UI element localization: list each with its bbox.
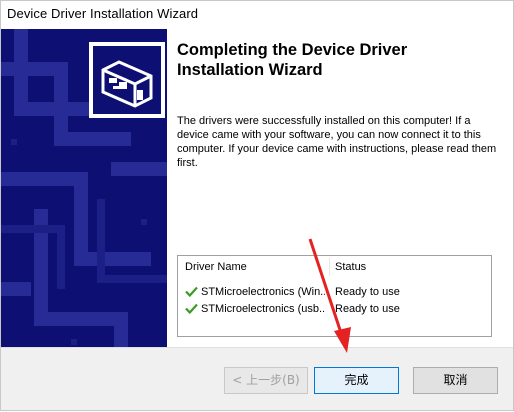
driver-name: STMicroelectronics (usb... bbox=[201, 303, 325, 315]
driver-list[interactable]: Driver Name Status STMicroelectronics (W… bbox=[177, 255, 492, 337]
wizard-content: Completing the Device Driver Installatio… bbox=[167, 29, 513, 347]
green-check-icon bbox=[185, 286, 198, 300]
driver-row[interactable]: STMicroelectronics (Win... Ready to use bbox=[178, 284, 491, 300]
wizard-banner bbox=[1, 29, 167, 347]
driver-status: Ready to use bbox=[335, 303, 400, 315]
device-icon bbox=[89, 42, 165, 118]
column-status[interactable]: Status bbox=[335, 261, 366, 273]
window-title: Device Driver Installation Wizard bbox=[7, 6, 199, 21]
driver-name: STMicroelectronics (Win... bbox=[201, 286, 325, 298]
finish-button[interactable]: 完成 bbox=[314, 367, 399, 394]
driver-row[interactable]: STMicroelectronics (usb... Ready to use bbox=[178, 301, 491, 317]
driver-status: Ready to use bbox=[335, 286, 400, 298]
back-button[interactable]: < 上一步(B) bbox=[224, 367, 308, 394]
driver-list-header: Driver Name Status bbox=[178, 256, 491, 276]
cancel-button[interactable]: 取消 bbox=[413, 367, 498, 394]
title-bar[interactable]: Device Driver Installation Wizard bbox=[1, 1, 513, 29]
button-bar: < 上一步(B) 完成 取消 bbox=[1, 348, 513, 410]
green-check-icon bbox=[185, 303, 198, 317]
column-driver-name[interactable]: Driver Name bbox=[185, 261, 247, 273]
column-separator[interactable] bbox=[329, 258, 330, 276]
wizard-window: Device Driver Installation Wizard Comple… bbox=[0, 0, 514, 411]
page-heading: Completing the Device Driver Installatio… bbox=[177, 41, 408, 79]
completion-message: The drivers were successfully installed … bbox=[177, 115, 497, 169]
